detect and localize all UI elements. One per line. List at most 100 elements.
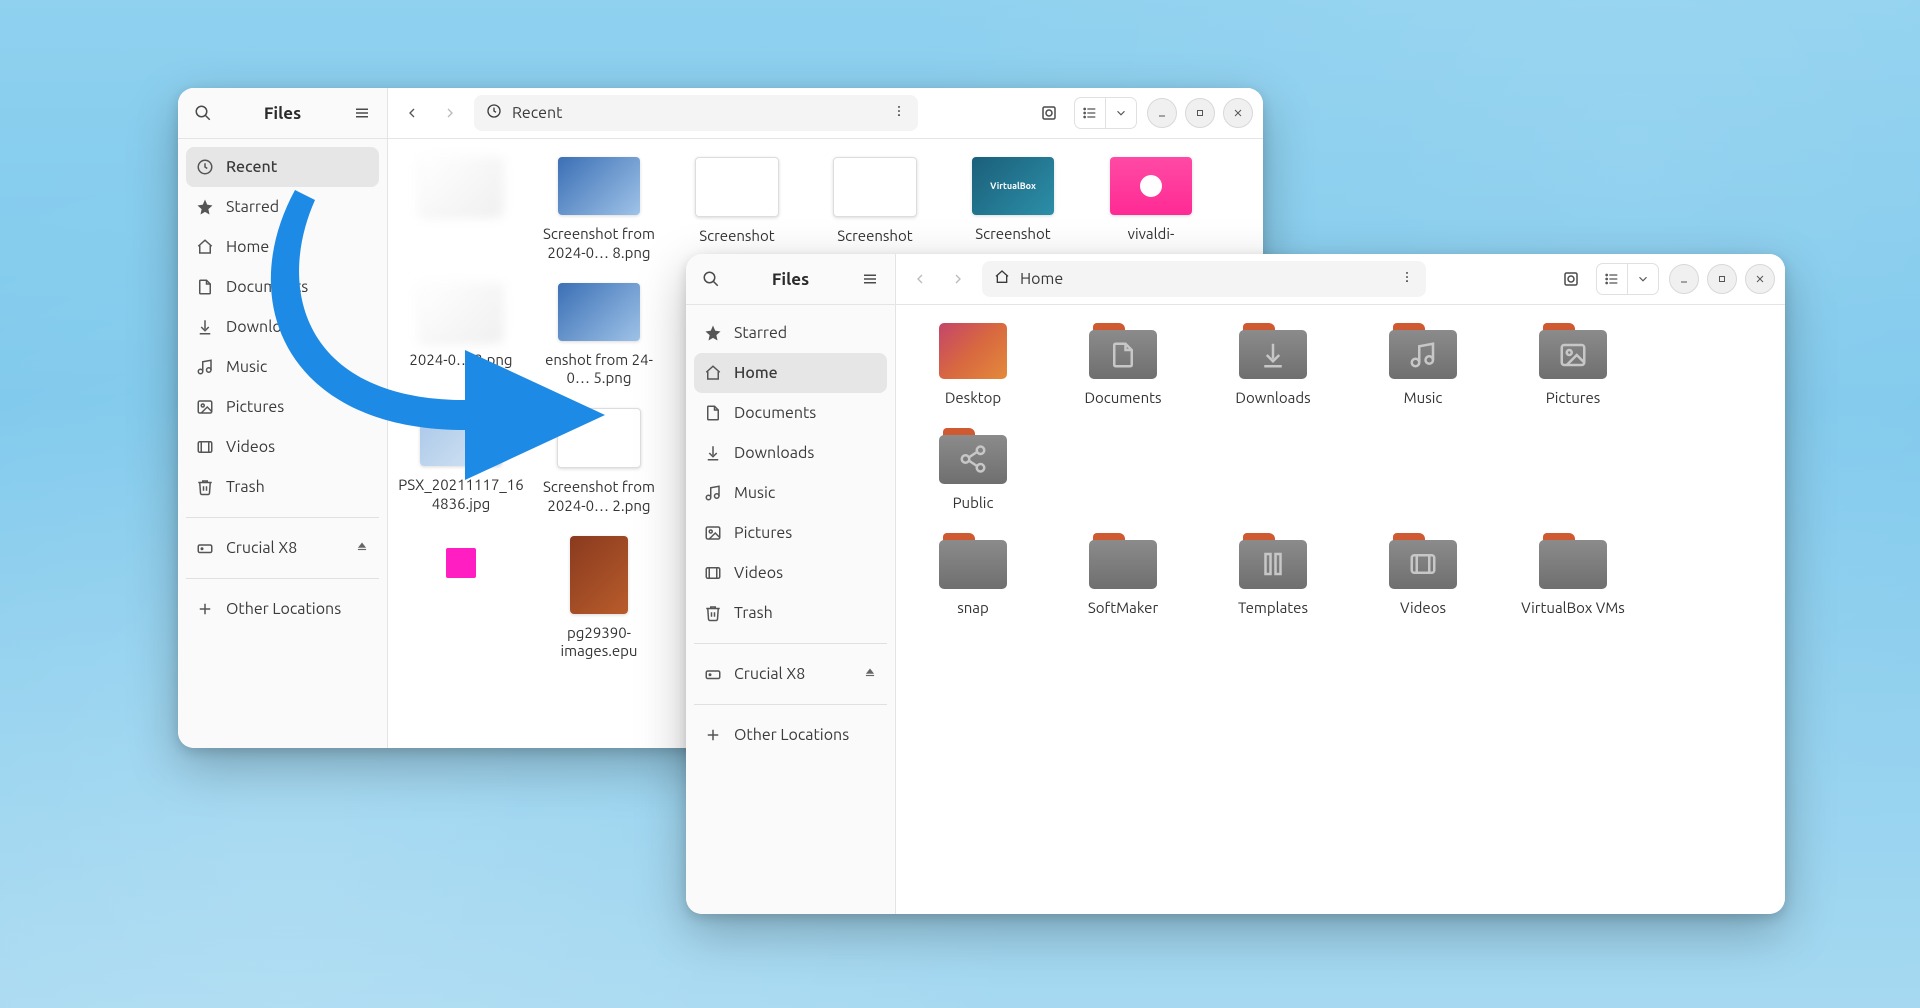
file-item[interactable]: Screenshot from 2024-0… 2.png: [530, 408, 668, 516]
folder-icon: [939, 428, 1007, 484]
hamburger-menu-button[interactable]: [855, 264, 885, 294]
sidebar-item-label: Pictures: [734, 524, 792, 542]
eject-icon[interactable]: [355, 539, 369, 557]
window-controls: [1147, 98, 1253, 128]
file-name: Screenshot: [975, 225, 1050, 244]
maximize-button[interactable]: [1707, 264, 1737, 294]
folder-name: Pictures: [1546, 389, 1601, 408]
search-button[interactable]: [188, 98, 218, 128]
sidebar-item-label: Other Locations: [226, 600, 341, 618]
sidebar-item-videos[interactable]: Videos: [694, 553, 887, 593]
sidebar-item-downloads[interactable]: Downloads: [694, 433, 887, 473]
file-item[interactable]: vivaldi-: [1082, 157, 1220, 263]
file-item[interactable]: PSX_20211117_164836.jpg: [392, 408, 530, 516]
folder-icon: [1539, 533, 1607, 589]
file-item[interactable]: Screenshot from 2024-0… 8.png: [530, 157, 668, 263]
maximize-button[interactable]: [1185, 98, 1215, 128]
sidebar-item-starred[interactable]: Starred: [694, 313, 887, 353]
close-button[interactable]: [1745, 264, 1775, 294]
file-name: Screenshot from 2024-0… 2.png: [534, 478, 664, 516]
close-button[interactable]: [1223, 98, 1253, 128]
sidebar-item-home[interactable]: Home: [186, 227, 379, 267]
path-label: Home: [1020, 270, 1063, 288]
sidebar-other-locations[interactable]: Other Locations: [186, 589, 379, 629]
chevron-down-icon[interactable]: [1105, 98, 1136, 128]
home-icon: [704, 364, 722, 382]
file-item[interactable]: [392, 157, 530, 263]
sidebar-item-documents[interactable]: Documents: [186, 267, 379, 307]
folder-name: snap: [957, 599, 989, 618]
thumbnail: [1110, 157, 1192, 215]
sidebar: StarredHomeDocumentsDownloads Music Pictur…: [686, 305, 896, 914]
sidebar-item-trash[interactable]: Trash: [186, 467, 379, 507]
folder-item[interactable]: Videos: [1350, 533, 1496, 618]
folder-item[interactable]: Documents: [1050, 323, 1196, 408]
file-item[interactable]: 2024-0… 3.png: [392, 283, 530, 389]
sidebar-item-documents[interactable]: Documents: [694, 393, 887, 433]
folder-item[interactable]: Public: [900, 428, 1046, 513]
view-switcher[interactable]: [1074, 97, 1137, 129]
sidebar-item-label: Other Locations: [734, 726, 849, 744]
folder-item[interactable]: SoftMaker: [1050, 533, 1196, 618]
chevron-down-icon[interactable]: [1627, 264, 1658, 294]
sidebar-item-label: Music: [734, 484, 775, 502]
app-title: Files: [264, 104, 301, 123]
sidebar-item-music[interactable]: Music: [186, 347, 379, 387]
folder-item[interactable]: Templates: [1200, 533, 1346, 618]
eject-icon[interactable]: [863, 665, 877, 683]
folder-icon: [939, 533, 1007, 589]
back-button[interactable]: [398, 99, 426, 127]
sidebar-item-music[interactable]: Music: [694, 473, 887, 513]
sidebar-item-pictures[interactable]: Pictures: [186, 387, 379, 427]
file-item[interactable]: pg29390-images.epu: [530, 536, 668, 662]
star-icon: [704, 324, 722, 342]
folder-item[interactable]: snap: [900, 533, 1046, 618]
sidebar-item-label: Videos: [734, 564, 783, 582]
sidebar-drive[interactable]: Crucial X8: [186, 528, 379, 568]
sidebar-item-pictures[interactable]: Pictures: [694, 513, 887, 553]
thumbnail: [420, 157, 502, 215]
list-view-icon[interactable]: [1075, 98, 1105, 128]
sidebar-item-starred[interactable]: Starred: [186, 187, 379, 227]
folder-item[interactable]: Downloads: [1200, 323, 1346, 408]
focus-mode-button[interactable]: [1034, 98, 1064, 128]
folder-item[interactable]: VirtualBox VMs: [1500, 533, 1646, 618]
sidebar-item-trash[interactable]: Trash: [694, 593, 887, 633]
sidebar-item-label: Starred: [226, 198, 279, 216]
forward-button[interactable]: [944, 265, 972, 293]
search-button[interactable]: [696, 264, 726, 294]
file-item[interactable]: VirtualBoxScreenshot: [944, 157, 1082, 263]
focus-mode-button[interactable]: [1556, 264, 1586, 294]
list-view-icon[interactable]: [1597, 264, 1627, 294]
sidebar-item-label: Crucial X8: [226, 539, 297, 557]
sidebar-item-videos[interactable]: Videos: [186, 427, 379, 467]
doc-icon: [1089, 330, 1157, 379]
kebab-icon[interactable]: [892, 104, 906, 122]
sidebar-drive[interactable]: Crucial X8: [694, 654, 887, 694]
sidebar-other-locations[interactable]: Other Locations: [694, 715, 887, 755]
folder-item[interactable]: Pictures: [1500, 323, 1646, 408]
sidebar-item-downloads[interactable]: Downloads: [186, 307, 379, 347]
minimize-button[interactable]: [1669, 264, 1699, 294]
file-item[interactable]: enshot from 24-0… 5.png: [530, 283, 668, 389]
kebab-icon[interactable]: [1400, 270, 1414, 288]
folder-icon: [1389, 533, 1457, 589]
hamburger-menu-button[interactable]: [347, 98, 377, 128]
path-bar[interactable]: Recent: [474, 95, 918, 131]
file-item[interactable]: Screenshot: [668, 157, 806, 263]
file-item[interactable]: [392, 536, 530, 662]
file-item[interactable]: Screenshot: [806, 157, 944, 263]
path-bar[interactable]: Home: [982, 261, 1426, 297]
view-switcher[interactable]: [1596, 263, 1659, 295]
toolbar: Home: [896, 254, 1785, 304]
download-icon: [704, 444, 722, 462]
folder-grid[interactable]: DesktopDocumentsDownloadsMusic Pictures Pu…: [896, 305, 1785, 914]
sidebar-item-home[interactable]: Home: [694, 353, 887, 393]
sidebar-item-recent[interactable]: Recent: [186, 147, 379, 187]
minimize-button[interactable]: [1147, 98, 1177, 128]
forward-button[interactable]: [436, 99, 464, 127]
folder-item[interactable]: Music: [1350, 323, 1496, 408]
sidebar-item-label: Documents: [226, 278, 308, 296]
back-button[interactable]: [906, 265, 934, 293]
folder-item[interactable]: Desktop: [900, 323, 1046, 408]
